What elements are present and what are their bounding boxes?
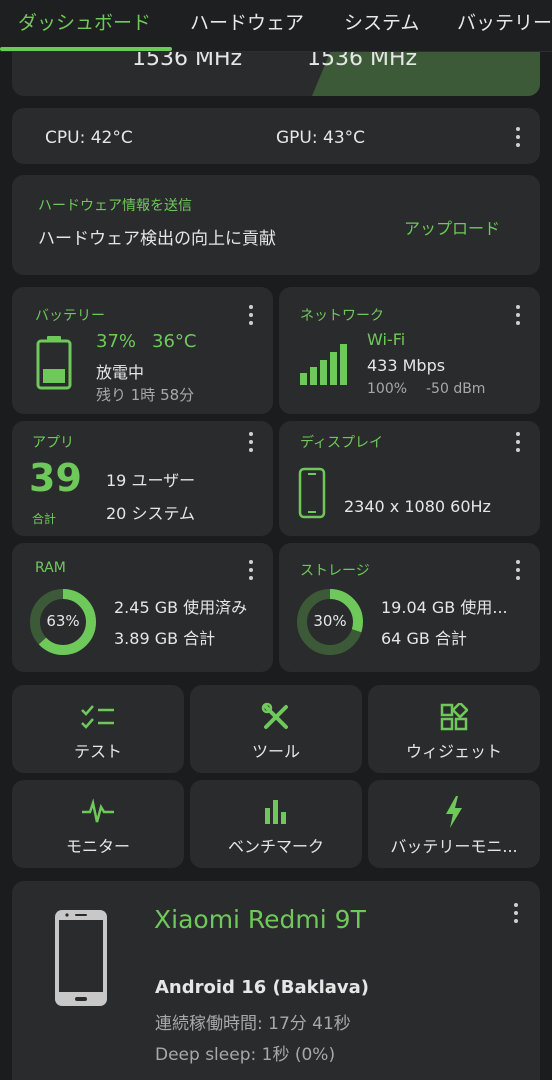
more-options-icon[interactable] (248, 560, 254, 580)
apps-system: 20 システム (106, 504, 195, 523)
bar-chart-icon (265, 800, 286, 824)
apps-card[interactable]: アプリ 39 合計 19 ユーザー 20 システム (12, 421, 273, 536)
tile-test-label: テスト (73, 742, 122, 761)
wifi-signal-icon (300, 344, 347, 385)
battery-temp: 36°C (152, 331, 197, 352)
cpu-temp: CPU: 42°C (45, 128, 133, 148)
device-name: Xiaomi Redmi 9T (154, 905, 366, 934)
storage-card[interactable]: ストレージ 30% 19.04 GB 使用... 64 GB 合計 (279, 543, 540, 672)
display-title: ディスプレイ (300, 435, 384, 451)
pulse-icon (82, 798, 114, 823)
smartphone-icon (298, 467, 326, 519)
tile-monitor[interactable]: モニター (12, 780, 184, 868)
tile-tools[interactable]: ツール (190, 685, 362, 773)
checklist-icon (81, 705, 114, 729)
tab-system[interactable]: システム (344, 8, 419, 35)
ram-title: RAM (35, 560, 66, 576)
frequency-left: 1536 MHz (132, 52, 243, 71)
deep-sleep: Deep sleep: 1秒 (0%) (155, 1045, 336, 1065)
network-card[interactable]: ネットワーク Wi-Fi 433 Mbps 100% -50 dBm (279, 287, 540, 414)
lightning-icon (446, 796, 462, 828)
battery-status: 放電中 (96, 363, 145, 382)
apps-user: 19 ユーザー (106, 471, 196, 490)
gpu-temp: GPU: 43°C (276, 128, 366, 148)
tile-widgets[interactable]: ウィジェット (368, 685, 540, 773)
battery-title: バッテリー (35, 308, 105, 324)
storage-percent: 30% (313, 612, 347, 630)
battery-percent: 37% (96, 331, 137, 352)
ram-used: 2.45 GB 使用済み (114, 598, 248, 617)
storage-used: 19.04 GB 使用... (381, 598, 508, 617)
network-dbm: -50 dBm (426, 381, 486, 397)
widgets-icon (440, 703, 468, 731)
network-speed: 433 Mbps (367, 356, 446, 375)
tile-widgets-label: ウィジェット (405, 742, 502, 761)
upload-button[interactable]: アップロード (404, 215, 500, 239)
ram-card[interactable]: RAM 63% 2.45 GB 使用済み 3.89 GB 合計 (12, 543, 273, 672)
apps-count-label: 合計 (32, 512, 57, 526)
frequency-right: 1536 MHz (307, 52, 418, 71)
display-info: 2340 x 1080 60Hz (344, 497, 491, 516)
tile-benchmark[interactable]: ベンチマーク (190, 780, 362, 868)
storage-title: ストレージ (300, 563, 370, 579)
more-options-icon[interactable] (248, 305, 254, 325)
cpu-frequency-card: 1536 MHz 1536 MHz (12, 52, 540, 96)
android-version: Android 16 (Baklava) (155, 977, 369, 998)
tile-battery-monitor-label: バッテリーモニ... (390, 837, 518, 856)
more-options-icon[interactable] (513, 903, 519, 923)
phone-device-icon (55, 910, 107, 1006)
tile-battery-monitor[interactable]: バッテリーモニ... (368, 780, 540, 868)
tile-tools-label: ツール (251, 742, 300, 761)
more-options-icon[interactable] (515, 127, 521, 147)
tile-benchmark-label: ベンチマーク (227, 837, 324, 856)
tab-hardware[interactable]: ハードウェア (190, 8, 304, 35)
submit-hardware-card[interactable]: ハードウェア情報を送信 ハードウェア検出の向上に貢献 アップロード (12, 175, 540, 275)
tile-monitor-label: モニター (65, 837, 130, 856)
tools-icon (261, 702, 288, 729)
tile-test[interactable]: テスト (12, 685, 184, 773)
uptime: 連続稼働時間: 17分 41秒 (155, 1014, 351, 1034)
ram-percent: 63% (46, 612, 80, 630)
more-options-icon[interactable] (248, 432, 254, 452)
tab-bar: ダッシュボード ハードウェア システム バッテリー (0, 0, 552, 52)
apps-count: 39 (29, 456, 82, 500)
ram-total: 3.89 GB 合計 (114, 629, 216, 648)
tab-indicator (0, 47, 172, 51)
battery-remaining: 残り 1時 58分 (96, 386, 195, 404)
tab-battery[interactable]: バッテリー (457, 8, 552, 35)
network-title: ネットワーク (300, 308, 384, 324)
more-options-icon[interactable] (515, 305, 521, 325)
battery-icon (36, 336, 72, 390)
battery-card[interactable]: バッテリー 37% 36°C 放電中 残り 1時 58分 (12, 287, 273, 414)
display-card[interactable]: ディスプレイ 2340 x 1080 60Hz (279, 421, 540, 536)
more-options-icon[interactable] (515, 560, 521, 580)
temperature-card: CPU: 42°C GPU: 43°C (12, 108, 540, 164)
network-signal: 100% (367, 381, 408, 397)
more-options-icon[interactable] (515, 432, 521, 452)
apps-title: アプリ (32, 435, 74, 451)
network-type: Wi-Fi (367, 330, 406, 349)
storage-total: 64 GB 合計 (381, 629, 467, 648)
device-card[interactable]: Xiaomi Redmi 9T Android 16 (Baklava) 連続稼… (12, 881, 540, 1080)
submit-body: ハードウェア検出の向上に貢献 (38, 229, 276, 249)
tab-dashboard[interactable]: ダッシュボード (18, 8, 151, 35)
submit-title: ハードウェア情報を送信 (38, 198, 192, 214)
